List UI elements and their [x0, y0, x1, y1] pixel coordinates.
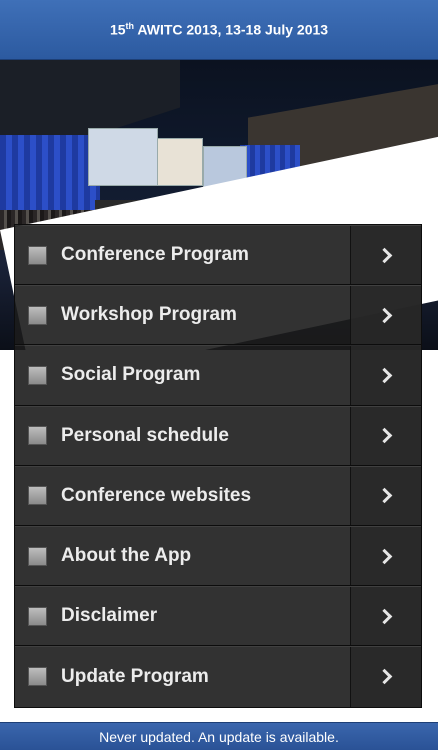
conference-title: 15th AWITC 2013, 13-18 July 2013: [109, 21, 329, 38]
chevron-right-icon: [376, 608, 392, 624]
bullet-square-icon: [28, 305, 47, 325]
chevron-right-icon: [376, 488, 392, 504]
disclosure-button[interactable]: [350, 466, 421, 525]
main-menu: Conference Program Workshop Program Soci…: [14, 224, 422, 708]
chevron-right-icon: [376, 307, 392, 324]
update-status-text: Never updated. An update is available.: [99, 728, 339, 745]
bullet-square-icon: [28, 245, 47, 265]
chevron-right-icon: [376, 548, 392, 564]
menu-item-personal-schedule[interactable]: Personal schedule: [15, 405, 421, 466]
menu-item-update-program[interactable]: Update Program: [15, 646, 421, 707]
bullet-square-icon: [28, 365, 47, 385]
menu-item-social-program[interactable]: Social Program: [15, 345, 421, 406]
disclosure-button[interactable]: [350, 587, 421, 646]
disclosure-button[interactable]: [350, 526, 421, 586]
chevron-right-icon: [376, 669, 392, 685]
menu-item-disclaimer[interactable]: Disclaimer: [15, 586, 421, 647]
bullet-square-icon: [28, 667, 47, 687]
bullet-square-icon: [28, 426, 47, 446]
bullet-square-icon: [28, 606, 47, 626]
menu-item-conference-websites[interactable]: Conference websites: [15, 465, 421, 526]
menu-item-about-the-app[interactable]: About the App: [15, 525, 421, 587]
menu-item-workshop-program[interactable]: Workshop Program: [15, 285, 421, 346]
bullet-square-icon: [28, 486, 47, 506]
app-header: 15th AWITC 2013, 13-18 July 2013: [0, 0, 438, 60]
bullet-square-icon: [28, 546, 47, 566]
disclosure-button[interactable]: [350, 286, 421, 345]
chevron-right-icon: [376, 367, 392, 384]
disclosure-button[interactable]: [350, 226, 421, 285]
update-status-bar[interactable]: Never updated. An update is available.: [0, 722, 438, 750]
disclosure-button[interactable]: [350, 647, 421, 707]
chevron-right-icon: [376, 247, 392, 263]
disclosure-button[interactable]: [350, 346, 421, 405]
chevron-right-icon: [376, 427, 392, 444]
disclosure-button[interactable]: [350, 406, 421, 465]
menu-item-conference-program[interactable]: Conference Program: [15, 225, 421, 286]
